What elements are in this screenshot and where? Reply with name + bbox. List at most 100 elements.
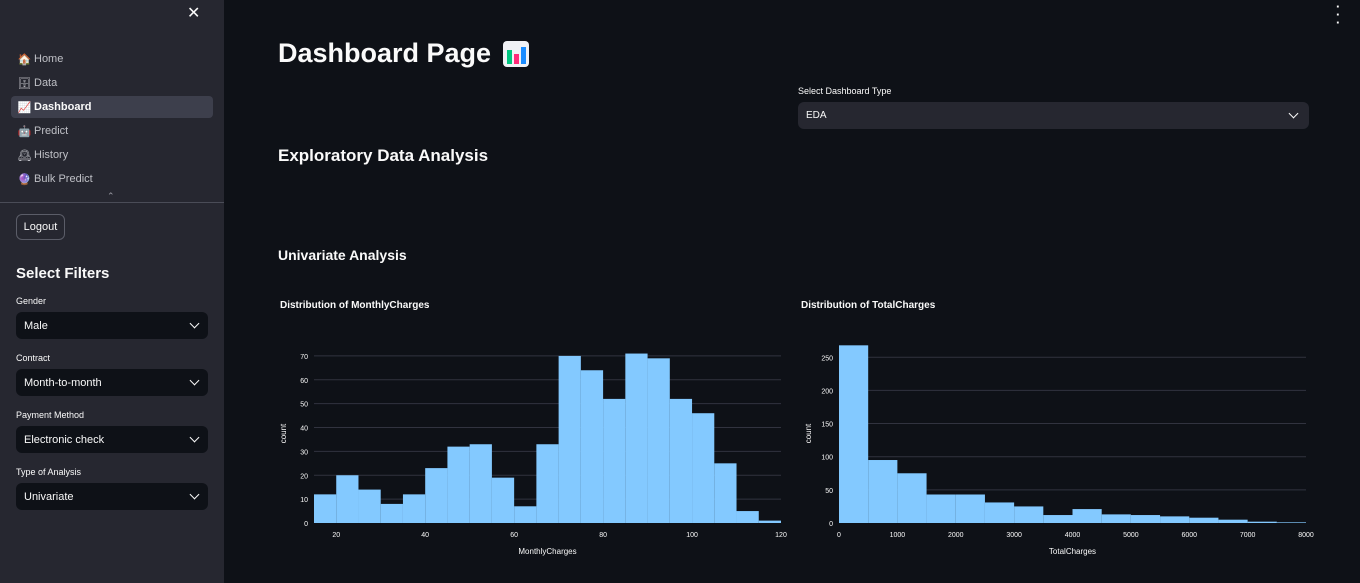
payment-method-value: Electronic check <box>24 433 105 446</box>
dashboard-type-select[interactable]: EDA <box>798 102 1309 129</box>
x-tick-label: 7000 <box>1240 532 1256 539</box>
analysis-type-select[interactable]: Univariate <box>16 483 208 510</box>
total-charges-histogram: 0 50 100 150 200 250 0 1000 2000 3000 4000 5000 6000… <box>804 345 1314 556</box>
y-tick-label: 10 <box>300 497 308 504</box>
histogram-bar <box>1014 506 1044 523</box>
sidebar-item-bulk-predict[interactable]: 🔮 Bulk Predict <box>11 168 213 190</box>
histogram-bar <box>1218 519 1248 523</box>
histogram-bar <box>1043 515 1073 523</box>
gender-select[interactable]: Male <box>16 312 208 339</box>
histogram-bar <box>491 477 515 523</box>
histogram-bar <box>839 345 869 523</box>
y-tick-label: 20 <box>300 473 308 480</box>
sidebar-item-label: Dashboard <box>34 101 92 113</box>
page-title-text: Dashboard Page <box>278 38 492 68</box>
chevron-down-icon <box>1288 108 1299 119</box>
x-tick-label: 1000 <box>890 532 906 539</box>
robot-icon: 🤖 <box>17 125 32 138</box>
x-tick-label: 4000 <box>1065 532 1081 539</box>
y-tick-label: 0 <box>829 521 833 528</box>
histogram-bar <box>558 355 581 523</box>
main-menu-icon[interactable]: · · · <box>1336 0 1340 29</box>
y-tick-label: 30 <box>300 449 308 456</box>
sidebar-item-predict[interactable]: 🤖 Predict <box>11 120 213 142</box>
x-axis-label: MonthlyCharges <box>518 547 576 556</box>
x-tick-label: 20 <box>332 532 340 539</box>
x-tick-label: 0 <box>837 532 841 539</box>
histogram-bar <box>897 473 927 523</box>
house-icon: 🏠 <box>17 53 32 66</box>
histogram-bar <box>1160 516 1190 523</box>
gender-label: Gender <box>16 296 47 306</box>
histogram-bar <box>447 446 470 523</box>
sidebar-item-dashboard[interactable]: 📈 Dashboard <box>11 96 213 118</box>
histogram-bar <box>1247 521 1277 523</box>
histogram-bar <box>692 413 715 523</box>
logout-button[interactable]: Logout <box>16 214 65 240</box>
chevron-down-icon <box>189 375 200 386</box>
dashboard-type-value: EDA <box>806 110 827 121</box>
histogram-bar <box>868 460 898 523</box>
section-heading: Exploratory Data Analysis <box>278 146 489 165</box>
page-title: Dashboard Page <box>278 38 530 69</box>
crystal-ball-icon: 🔮 <box>17 173 32 186</box>
x-tick-label: 120 <box>775 532 787 539</box>
subsection-heading: Univariate Analysis <box>278 247 407 263</box>
sidebar-item-home[interactable]: 🏠 Home <box>11 48 213 70</box>
histogram-bar <box>669 398 693 523</box>
y-tick-label: 200 <box>821 388 833 395</box>
chart-title-total: Distribution of TotalCharges <box>801 300 936 311</box>
x-tick-label: 6000 <box>1181 532 1197 539</box>
y-tick-label: 150 <box>821 422 833 429</box>
histogram-bar <box>1130 515 1161 523</box>
y-tick-label: 60 <box>300 378 308 385</box>
y-tick-label: 70 <box>300 354 308 361</box>
histogram-bar <box>1189 517 1219 523</box>
filters-title: Select Filters <box>16 265 110 282</box>
histogram-bar <box>336 475 359 523</box>
histogram-bar <box>1276 522 1306 523</box>
histogram-bar <box>736 511 759 523</box>
histogram-bar <box>625 353 648 523</box>
payment-method-select[interactable]: Electronic check <box>16 426 208 453</box>
analysis-type-value: Univariate <box>24 490 74 503</box>
histogram-bar <box>358 489 381 523</box>
sidebar-divider <box>0 202 224 203</box>
payment-method-label: Payment Method <box>16 410 85 420</box>
sidebar-item-data[interactable]: 🗄 Data <box>11 72 213 94</box>
histogram-bar <box>314 494 337 523</box>
chevron-down-icon <box>189 318 200 329</box>
sidebar-item-history[interactable]: 🕰 History <box>11 144 213 166</box>
chevron-down-icon <box>189 489 200 500</box>
sidebar-item-label: Bulk Predict <box>34 173 93 185</box>
y-axis-label: count <box>279 423 288 443</box>
histogram-bar <box>402 494 426 523</box>
sidebar: ✕ 🏠 Home 🗄 Data 📈 Dashboard 🤖 Predict 🕰 History 🔮 B… <box>0 0 224 583</box>
histogram-bar <box>758 520 781 523</box>
histogram-bar <box>984 502 1015 523</box>
histogram-bar <box>714 463 737 523</box>
x-tick-label: 2000 <box>948 532 964 539</box>
close-sidebar-icon[interactable]: ✕ <box>187 3 200 23</box>
histogram-bar <box>380 503 403 523</box>
histogram-bar <box>580 370 604 523</box>
y-tick-label: 50 <box>300 402 308 409</box>
y-tick-label: 50 <box>825 488 833 495</box>
collapse-nav-icon[interactable]: ⌃ <box>107 191 115 202</box>
histogram-bar <box>425 468 448 523</box>
bar-chart-icon <box>503 40 530 67</box>
x-axis-label: TotalCharges <box>1049 547 1096 556</box>
y-tick-label: 0 <box>304 521 308 528</box>
histogram-bar <box>955 494 985 523</box>
chart-icon: 📈 <box>17 101 32 114</box>
histogram-bar <box>1072 509 1102 523</box>
monthly-charges-histogram: 0 10 20 30 40 50 60 70 20 40 60 80 100 120 MonthlyChar… <box>279 353 787 556</box>
contract-select[interactable]: Month-to-month <box>16 369 208 396</box>
analysis-type-label: Type of Analysis <box>16 467 82 477</box>
x-tick-label: 60 <box>510 532 518 539</box>
y-tick-label: 40 <box>300 426 308 433</box>
x-tick-label: 3000 <box>1006 532 1022 539</box>
histogram-bar <box>603 398 626 523</box>
dashboard-type-label: Select Dashboard Type <box>798 86 892 96</box>
histogram-bar <box>469 444 492 523</box>
